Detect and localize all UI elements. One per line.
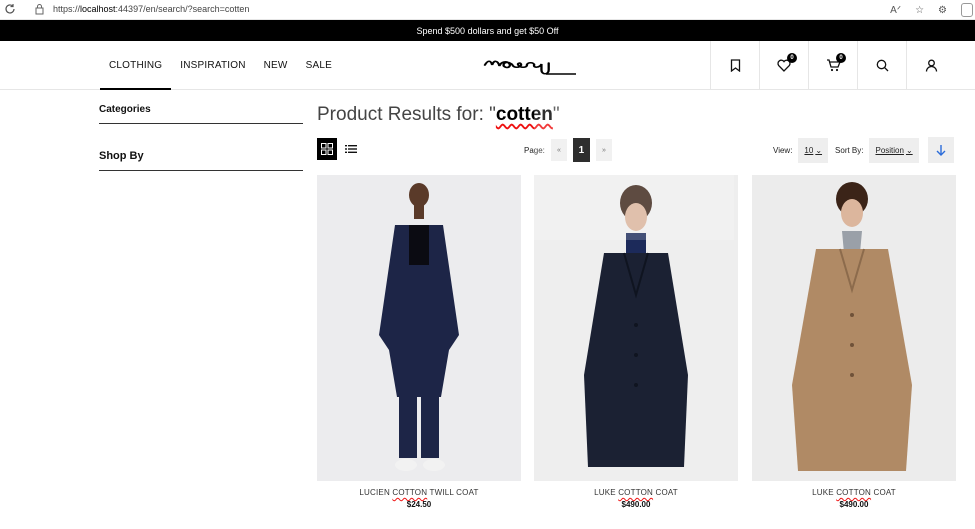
shop-by-title: Shop By: [99, 150, 144, 162]
prev-page-button[interactable]: «: [550, 139, 567, 161]
nav-sale[interactable]: SALE: [297, 41, 341, 90]
model-photo: [752, 175, 956, 481]
list-icon: [345, 145, 357, 153]
model-photo: [317, 175, 521, 481]
promo-banner: Spend $500 dollars and get $50 Off: [0, 20, 975, 41]
categories-filter[interactable]: Categories: [99, 104, 303, 124]
view-sort-controls: View: 10 ⌄ Sort By: Position ⌄: [773, 137, 919, 163]
current-page-button[interactable]: 1: [572, 138, 590, 162]
page-title: Product Results for: "cotten": [317, 104, 560, 126]
next-page-button[interactable]: »: [595, 139, 612, 161]
profile-icon[interactable]: [961, 3, 973, 17]
arrow-down-icon: [936, 145, 946, 156]
product-price: $24.50: [406, 500, 432, 509]
pagination: Page: « 1 »: [524, 138, 612, 162]
product-price: $490.00: [621, 500, 651, 509]
sort-select[interactable]: Position ⌄: [869, 137, 919, 163]
shop-by-filter[interactable]: Shop By: [99, 150, 303, 171]
bookmark-icon: [730, 59, 740, 72]
product-name-part: LUCIEN: [359, 488, 393, 497]
search-term: cotten: [495, 104, 553, 125]
cart-button[interactable]: 0: [808, 41, 857, 90]
product-name-match: COTTON: [836, 488, 872, 497]
product-card[interactable]: LUKE COTTON COAT $490.00: [534, 175, 738, 509]
main-nav: CLOTHING INSPIRATION NEW SALE: [100, 41, 341, 90]
categories-title: Categories: [99, 104, 151, 115]
model-photo: [534, 175, 738, 481]
product-name-part: COAT: [653, 488, 678, 497]
product-card[interactable]: LUCIEN COTTON TWILL COAT $24.50: [317, 175, 521, 509]
lock-icon[interactable]: [34, 3, 45, 15]
sort-direction-button[interactable]: [928, 137, 954, 163]
sort-value: Position: [875, 145, 904, 155]
product-card[interactable]: LUKE COTTON COAT $490.00: [752, 175, 956, 509]
product-name[interactable]: LUKE COTTON COAT: [534, 488, 738, 497]
wishlist-count-badge: 0: [787, 53, 797, 63]
user-icon: [925, 59, 937, 72]
search-button[interactable]: [857, 41, 906, 90]
product-name[interactable]: LUCIEN COTTON TWILL COAT: [317, 488, 521, 497]
product-name-part: TWILL COAT: [427, 488, 479, 497]
bookmark-button[interactable]: [710, 41, 759, 90]
product-name-match: COTTON: [618, 488, 654, 497]
product-price: $490.00: [839, 500, 869, 509]
sort-label: Sort By:: [835, 145, 864, 155]
grid-icon: [321, 143, 333, 155]
account-button[interactable]: [906, 41, 955, 90]
product-name-part: LUKE: [812, 488, 837, 497]
cart-count-badge: 0: [836, 53, 846, 63]
promo-text: Spend $500 dollars and get $50 Off: [416, 25, 559, 36]
read-aloud-icon[interactable]: Aᐟ: [890, 5, 901, 16]
view-label: View:: [773, 145, 793, 155]
url-host: localhost: [80, 4, 116, 14]
results-prefix: Product Results for: ": [317, 104, 496, 125]
url-prefix: https://: [53, 4, 81, 14]
extensions-icon[interactable]: ⚙: [938, 5, 947, 16]
results-suffix: ": [552, 104, 560, 125]
view-count-select[interactable]: 10 ⌄: [798, 137, 829, 163]
wishlist-button[interactable]: 0: [759, 41, 808, 90]
header-icons: 0 0: [710, 41, 955, 90]
search-icon: [876, 59, 888, 72]
nav-new[interactable]: NEW: [255, 41, 297, 90]
list-view-button[interactable]: [341, 138, 361, 160]
browser-actions: Aᐟ ☆ ⚙: [890, 2, 975, 18]
mosey-logo[interactable]: [476, 54, 578, 78]
product-image[interactable]: [317, 175, 521, 481]
product-image[interactable]: [534, 175, 738, 481]
grid-view-button[interactable]: [317, 138, 337, 160]
product-image[interactable]: [752, 175, 956, 481]
chevron-down-icon: ⌄: [905, 145, 913, 155]
page-label: Page:: [524, 145, 545, 155]
nav-clothing[interactable]: CLOTHING: [100, 41, 172, 90]
product-name-part: COAT: [871, 488, 896, 497]
product-name-match: COTTON: [392, 488, 428, 497]
product-name-part: LUKE: [594, 488, 619, 497]
view-count-value: 10: [804, 145, 814, 155]
nav-inspiration[interactable]: INSPIRATION: [171, 41, 254, 90]
site-header: CLOTHING INSPIRATION NEW SALE 0 0: [0, 41, 975, 90]
reload-icon[interactable]: [4, 3, 16, 15]
filter-sidebar: Categories Shop By: [99, 104, 303, 171]
results-toolbar: Page: « 1 » View: 10 ⌄ Sort By: Position ⌄: [317, 137, 957, 163]
browser-address-bar: https://localhost:44397/en/search/?searc…: [0, 0, 975, 20]
product-name[interactable]: LUKE COTTON COAT: [752, 488, 956, 497]
chevron-down-icon: ⌄: [815, 145, 823, 155]
url-rest: :44397/en/search/?search=cotten: [115, 4, 250, 14]
url-field[interactable]: https://localhost:44397/en/search/?searc…: [53, 4, 249, 14]
favorite-star-icon[interactable]: ☆: [915, 5, 924, 16]
